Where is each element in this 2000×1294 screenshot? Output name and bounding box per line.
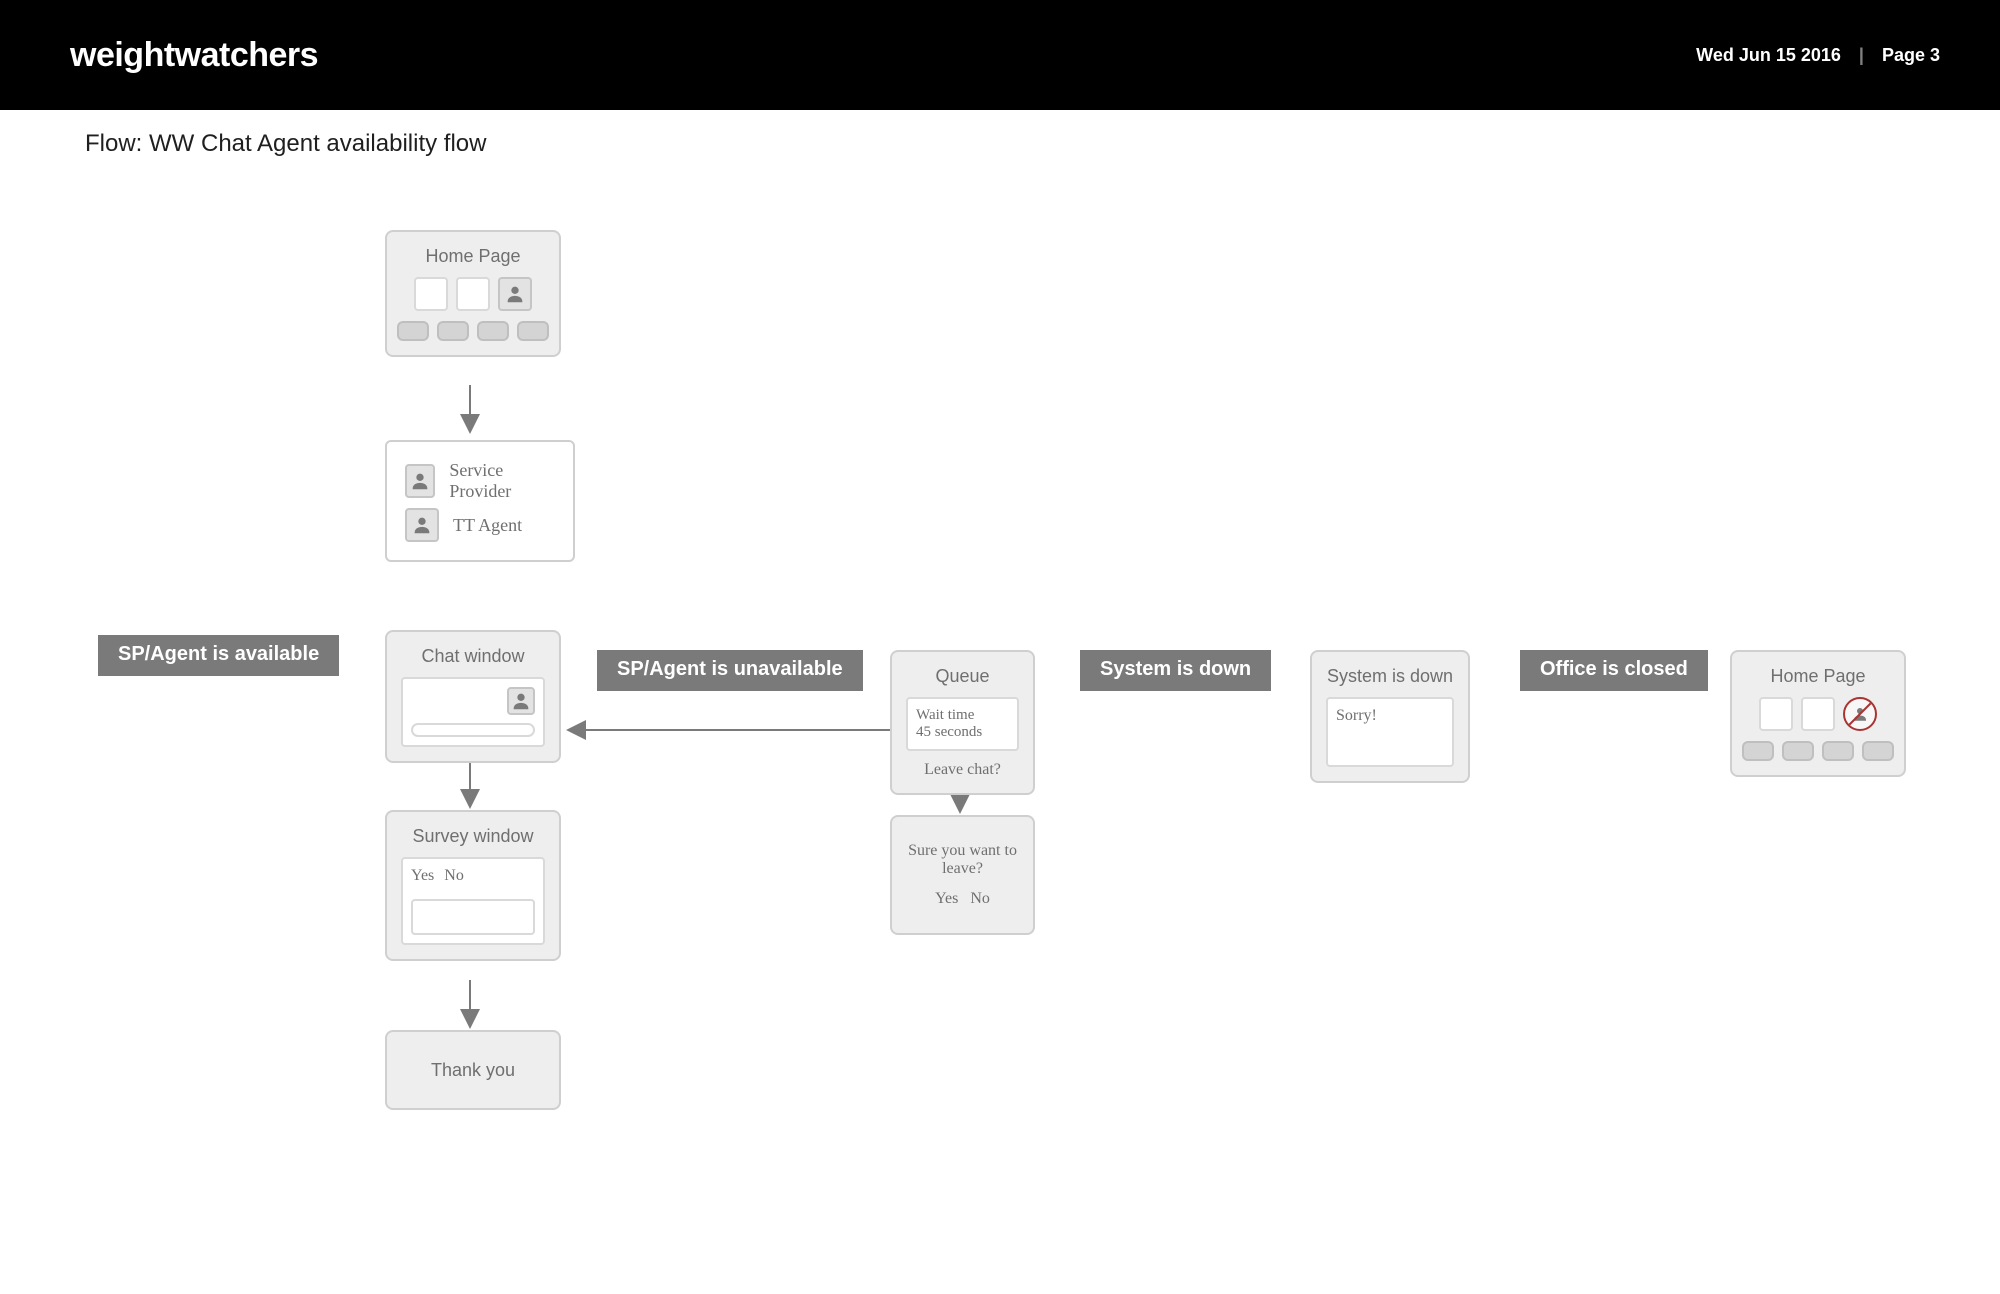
node-chat-window: Chat window [385,630,561,763]
person-icon [405,508,439,542]
node-system-down: System is down Sorry! [1310,650,1470,783]
option-yes: Yes [411,867,434,885]
no-agent-icon [1843,697,1877,731]
label-office-closed: Office is closed [1520,650,1708,691]
person-icon [405,464,435,498]
label-agent-unavailable: SP/Agent is unavailable [597,650,863,691]
page-number: Page 3 [1882,45,1940,66]
node-title: Thank you [431,1060,515,1081]
node-title: Chat window [421,646,524,667]
wait-time-line2: 45 seconds [916,724,1009,741]
textarea-placeholder [411,899,535,935]
node-home-page-closed: Home Page [1730,650,1906,777]
label-system-down: System is down [1080,650,1271,691]
leave-chat-link: Leave chat? [924,761,1001,779]
nav-pill [1742,741,1774,761]
nav-pill [1782,741,1814,761]
brand-logo: weightwatchers [70,36,318,75]
flow-title: Flow: WW Chat Agent availability flow [0,110,2000,158]
label-agent-available: SP/Agent is available [98,635,339,676]
node-survey-window: Survey window Yes No [385,810,561,961]
node-title: System is down [1327,666,1453,687]
agent-type-label: TT Agent [453,515,522,536]
wait-time-line1: Wait time [916,707,1009,724]
placeholder-tile [1801,697,1835,731]
confirm-question: Sure you want to leave? [906,842,1019,878]
doc-meta: Wed Jun 15 2016 | Page 3 [1696,45,1940,66]
placeholder-tile [414,277,448,311]
meta-separator: | [1859,45,1864,66]
placeholder-tile [1759,697,1793,731]
option-no: No [970,890,990,908]
list-item: TT Agent [405,508,555,542]
node-thank-you: Thank you [385,1030,561,1110]
list-item: Service Provider [405,460,555,502]
nav-pill [477,321,509,341]
node-title: Queue [935,666,989,687]
option-yes: Yes [935,890,958,908]
sorry-panel: Sorry! [1326,697,1454,767]
avatar-icon [507,687,535,715]
nav-pill [1822,741,1854,761]
nav-pill [397,321,429,341]
node-title: Home Page [1770,666,1865,687]
agent-type-label: Service Provider [449,460,555,502]
avatar-icon [498,277,532,311]
nav-pill [517,321,549,341]
node-leave-confirm: Sure you want to leave? Yes No [890,815,1035,935]
nav-pill [437,321,469,341]
sorry-text: Sorry! [1336,707,1377,724]
top-bar: weightwatchers Wed Jun 15 2016 | Page 3 [0,0,2000,110]
node-queue: Queue Wait time 45 seconds Leave chat? [890,650,1035,795]
doc-date: Wed Jun 15 2016 [1696,45,1841,66]
node-title: Home Page [425,246,520,267]
nav-pill [1862,741,1894,761]
node-agent-select: Service Provider TT Agent [385,440,575,562]
chat-input-placeholder [411,723,535,737]
node-title: Survey window [412,826,533,847]
placeholder-tile [456,277,490,311]
option-no: No [444,867,464,885]
flow-canvas: Flow: WW Chat Agent availability flow SP… [0,110,2000,1294]
node-home-page: Home Page [385,230,561,357]
